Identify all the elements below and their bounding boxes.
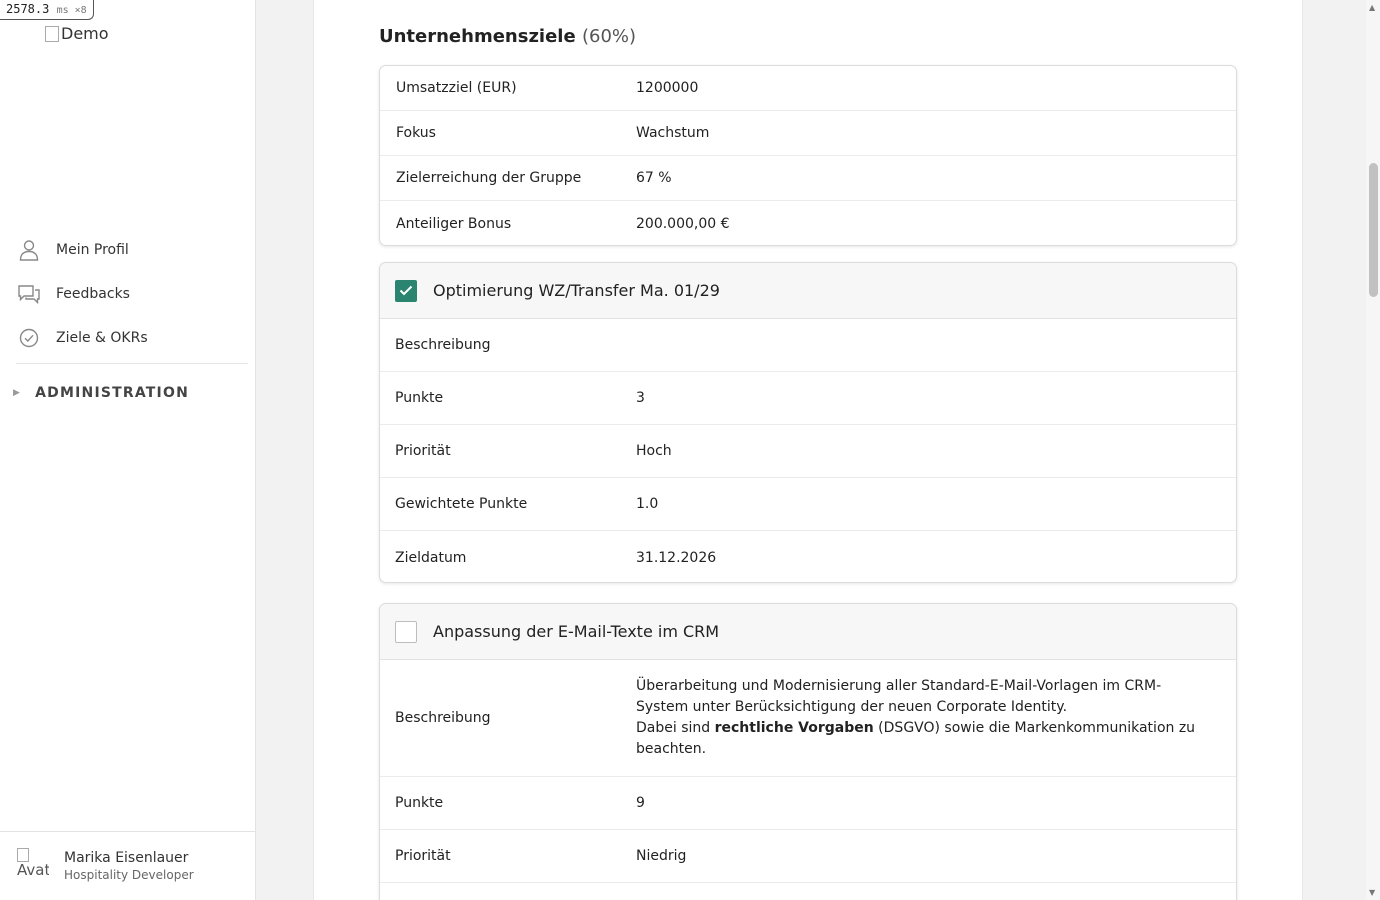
section-title-text: Unternehmensziele xyxy=(379,26,576,47)
table-row: Punkte 3 xyxy=(380,372,1236,425)
sidebar-item-label: Feedbacks xyxy=(56,286,130,302)
perf-value: 2578.3 xyxy=(6,2,50,16)
description-bold-text: rechtliche Vorgaben xyxy=(714,720,874,736)
table-row: Gewichtete Punkte 1.0 xyxy=(380,478,1236,531)
sidebar-item-label: Ziele & OKRs xyxy=(56,330,148,346)
row-label: Priorität xyxy=(395,443,451,459)
section-title: Unternehmensziele (60%) xyxy=(379,26,636,47)
row-label: Umsatzziel (EUR) xyxy=(396,80,517,96)
row-value: 9 xyxy=(636,795,645,811)
user-info: Marika Eisenlauer Hospitality Developer xyxy=(64,850,194,882)
row-value: 3 xyxy=(636,390,645,406)
table-row: Zielerreichung der Gruppe 67 % xyxy=(380,156,1236,201)
table-row: Beschreibung Überarbeitung und Modernisi… xyxy=(380,660,1236,777)
goal-title: Optimierung WZ/Transfer Ma. 01/29 xyxy=(433,281,720,300)
table-row: Punkte 9 xyxy=(380,777,1236,830)
row-value: Hoch xyxy=(636,443,672,459)
perf-unit: ms ×8 xyxy=(56,5,87,16)
admin-label: ADMINISTRATION xyxy=(35,385,189,401)
description-line: Überarbeitung und Modernisierung aller S… xyxy=(636,678,1162,715)
row-label: Gewichtete Punkte xyxy=(395,496,528,512)
table-row xyxy=(380,883,1236,900)
sidebar-nav: Mein Profil Feedbacks Ziele & OKRs ▶ ADM… xyxy=(0,228,248,422)
table-row: Zieldatum 31.12.2026 xyxy=(380,531,1236,582)
scrollbar-thumb[interactable] xyxy=(1369,163,1378,297)
row-value: 200.000,00 € xyxy=(636,215,730,232)
table-row: Umsatzziel (EUR) 1200000 xyxy=(380,66,1236,111)
sidebar-item-ziele-okrs[interactable]: Ziele & OKRs xyxy=(0,316,248,360)
table-row: Fokus Wachstum xyxy=(380,111,1236,156)
scroll-up-arrow-icon[interactable]: ▲ xyxy=(1369,3,1375,12)
checkmark-icon xyxy=(399,285,413,296)
company-goals-summary: Umsatzziel (EUR) 1200000 Fokus Wachstum … xyxy=(379,65,1237,246)
description-line: Dabei sind rechtliche Vorgaben (DSGVO) s… xyxy=(636,718,1206,760)
row-label: Beschreibung xyxy=(395,337,491,353)
sidebar: Demo Mein Profil Feedbacks Ziele & OKRs … xyxy=(0,0,256,900)
user-icon xyxy=(18,239,40,261)
section-percent: (60%) xyxy=(581,26,637,47)
table-row: Anteiliger Bonus 200.000,00 € xyxy=(380,201,1236,245)
row-label: Punkte xyxy=(395,795,444,811)
goal-card: Optimierung WZ/Transfer Ma. 01/29 Beschr… xyxy=(379,262,1237,583)
row-label: Anteiliger Bonus xyxy=(396,215,512,232)
table-row: Priorität Hoch xyxy=(380,425,1236,478)
row-label: Punkte xyxy=(395,390,444,406)
caret-right-icon: ▶ xyxy=(13,388,22,398)
row-value: 1.0 xyxy=(636,496,659,512)
goal-header: Optimierung WZ/Transfer Ma. 01/29 xyxy=(380,263,1236,319)
sidebar-item-mein-profil[interactable]: Mein Profil xyxy=(0,228,248,272)
sidebar-item-label: Mein Profil xyxy=(56,242,129,258)
row-label: Priorität xyxy=(395,848,451,864)
table-row: Beschreibung xyxy=(380,319,1236,372)
goal-description: Überarbeitung und Modernisierung aller S… xyxy=(636,676,1236,760)
goal-checkbox[interactable] xyxy=(395,620,417,643)
row-value: 67 % xyxy=(636,170,672,186)
main-content: Unternehmensziele (60%) Umsatzziel (EUR)… xyxy=(313,0,1303,900)
table-row: Priorität Niedrig xyxy=(380,830,1236,883)
row-label: Zielerreichung der Gruppe xyxy=(396,170,582,186)
row-value: 31.12.2026 xyxy=(636,549,717,566)
goal-card: Anpassung der E-Mail-Texte im CRM Beschr… xyxy=(379,603,1237,900)
avatar: Avat xyxy=(17,848,49,884)
broken-image-icon xyxy=(45,25,59,42)
user-profile[interactable]: Avat Marika Eisenlauer Hospitality Devel… xyxy=(0,831,255,900)
avatar-alt-text: Avat xyxy=(17,861,49,879)
row-label: Fokus xyxy=(396,125,436,141)
goal-title: Anpassung der E-Mail-Texte im CRM xyxy=(433,622,720,641)
vertical-scrollbar[interactable]: ▲ ▼ xyxy=(1366,0,1380,900)
goal-checkbox[interactable] xyxy=(395,279,417,302)
sidebar-section-administration[interactable]: ▶ ADMINISTRATION xyxy=(0,364,248,422)
logo[interactable]: Demo xyxy=(45,24,109,43)
goal-header: Anpassung der E-Mail-Texte im CRM xyxy=(380,604,1236,660)
check-circle-icon xyxy=(18,327,40,349)
scroll-down-arrow-icon[interactable]: ▼ xyxy=(1369,888,1375,897)
row-value: Niedrig xyxy=(636,848,687,864)
row-value: 1200000 xyxy=(636,80,699,96)
logo-alt-text: Demo xyxy=(61,24,109,43)
row-label: Zieldatum xyxy=(395,549,467,566)
row-value: Wachstum xyxy=(636,125,710,141)
row-label: Beschreibung xyxy=(395,710,491,726)
sidebar-item-feedbacks[interactable]: Feedbacks xyxy=(0,272,248,316)
user-role: Hospitality Developer xyxy=(64,868,194,882)
user-name: Marika Eisenlauer xyxy=(64,850,189,866)
perf-badge: 2578.3 ms ×8 xyxy=(0,0,94,20)
description-text: Dabei sind xyxy=(636,720,715,736)
chat-icon xyxy=(18,283,40,305)
